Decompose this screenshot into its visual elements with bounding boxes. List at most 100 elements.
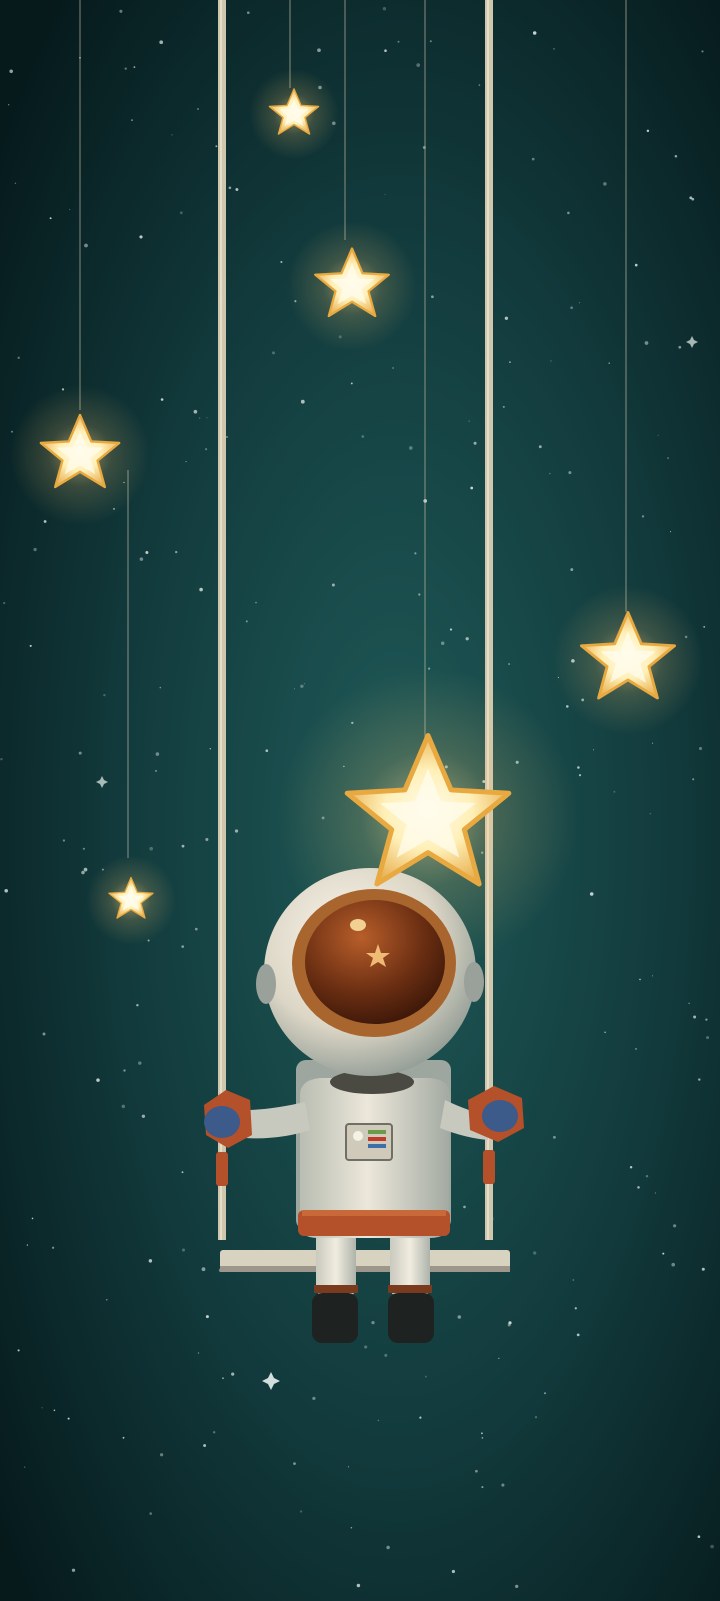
dust-star xyxy=(498,1357,500,1360)
dust-star xyxy=(181,1248,186,1252)
dust-star xyxy=(481,1486,484,1489)
dust-star xyxy=(641,515,645,518)
dust-star xyxy=(552,1135,556,1139)
dust-star xyxy=(652,742,654,744)
dust-star xyxy=(508,663,510,665)
dust-star xyxy=(473,441,477,445)
dust-star xyxy=(245,620,248,623)
dust-star xyxy=(213,1431,216,1434)
dust-star xyxy=(568,471,572,475)
dust-star xyxy=(24,1466,26,1468)
dust-star xyxy=(203,1444,207,1447)
dust-star xyxy=(384,194,386,196)
dust-star xyxy=(78,751,82,755)
dust-star xyxy=(429,40,432,43)
dust-star xyxy=(26,1244,29,1246)
dust-star xyxy=(350,1526,353,1529)
dust-star xyxy=(703,625,706,628)
dust-star xyxy=(197,1352,200,1354)
dust-star xyxy=(364,1345,368,1349)
dust-star xyxy=(576,1333,580,1337)
dust-star xyxy=(424,1375,427,1378)
left-rope-clip xyxy=(216,1152,228,1186)
dust-star xyxy=(414,552,417,555)
dust-star xyxy=(84,243,88,248)
dust-star xyxy=(451,1569,455,1574)
dust-star xyxy=(194,927,198,931)
dust-star xyxy=(384,49,387,52)
dust-star xyxy=(509,361,511,363)
dust-star xyxy=(141,1114,146,1118)
dust-star xyxy=(29,644,32,647)
dust-star xyxy=(83,867,88,872)
dust-star xyxy=(293,1462,296,1465)
dust-star xyxy=(133,66,136,68)
dust-star xyxy=(502,405,505,408)
dust-star xyxy=(361,435,365,438)
dust-star xyxy=(646,129,650,133)
dust-star xyxy=(377,1419,380,1422)
dust-star xyxy=(205,448,208,451)
dust-star xyxy=(312,1396,316,1401)
dust-star xyxy=(71,1568,76,1572)
dust-star xyxy=(408,446,413,450)
dust-star xyxy=(103,693,106,697)
dust-star xyxy=(159,40,164,45)
dust-star xyxy=(350,382,353,385)
dust-star xyxy=(300,684,304,688)
dust-star xyxy=(662,1252,665,1255)
dust-star xyxy=(674,154,678,158)
dust-star xyxy=(181,945,185,948)
dust-star xyxy=(42,1032,46,1036)
dust-star xyxy=(692,778,695,781)
dust-star xyxy=(478,84,481,86)
dust-star xyxy=(145,551,149,554)
dust-star xyxy=(574,1307,577,1310)
dust-star xyxy=(589,892,594,896)
dust-star xyxy=(121,1104,126,1109)
dust-star xyxy=(148,1259,153,1263)
dust-star xyxy=(645,1174,649,1178)
dust-star xyxy=(246,11,250,15)
dust-star xyxy=(235,188,239,191)
dust-star xyxy=(181,844,185,848)
dust-star xyxy=(106,1299,108,1301)
dust-star xyxy=(122,1436,125,1439)
dust-star xyxy=(481,1437,484,1439)
dust-star xyxy=(567,211,570,215)
dust-star xyxy=(149,1512,152,1515)
dust-star xyxy=(635,1047,637,1050)
dust-star xyxy=(533,1251,537,1255)
dust-star xyxy=(480,1432,483,1435)
dust-star xyxy=(570,306,573,310)
dust-star xyxy=(613,790,616,793)
dust-star xyxy=(205,837,209,842)
dust-star xyxy=(382,7,387,11)
dust-star xyxy=(300,1510,303,1513)
dust-star xyxy=(17,356,20,359)
dust-star xyxy=(199,587,203,592)
dust-star xyxy=(531,157,535,161)
dust-star xyxy=(82,847,85,850)
dust-star xyxy=(475,1469,478,1473)
dust-star xyxy=(397,40,400,43)
dust-star xyxy=(293,688,296,690)
dust-star xyxy=(271,351,276,355)
dust-star xyxy=(538,445,542,449)
dust-star xyxy=(572,1279,575,1281)
dust-star xyxy=(317,48,321,53)
dust-star xyxy=(463,1205,466,1209)
dust-star xyxy=(634,263,638,267)
dust-star xyxy=(371,1320,375,1325)
dust-star xyxy=(384,1353,388,1357)
dust-star xyxy=(159,686,162,689)
dust-star xyxy=(706,1036,710,1040)
dust-star xyxy=(31,1217,34,1220)
dust-star xyxy=(14,182,17,184)
dust-star xyxy=(629,1166,633,1169)
dust-star xyxy=(81,870,85,875)
dust-star xyxy=(504,316,509,320)
dust-star xyxy=(131,119,133,121)
dust-star xyxy=(136,1003,139,1007)
dust-star xyxy=(431,295,434,299)
